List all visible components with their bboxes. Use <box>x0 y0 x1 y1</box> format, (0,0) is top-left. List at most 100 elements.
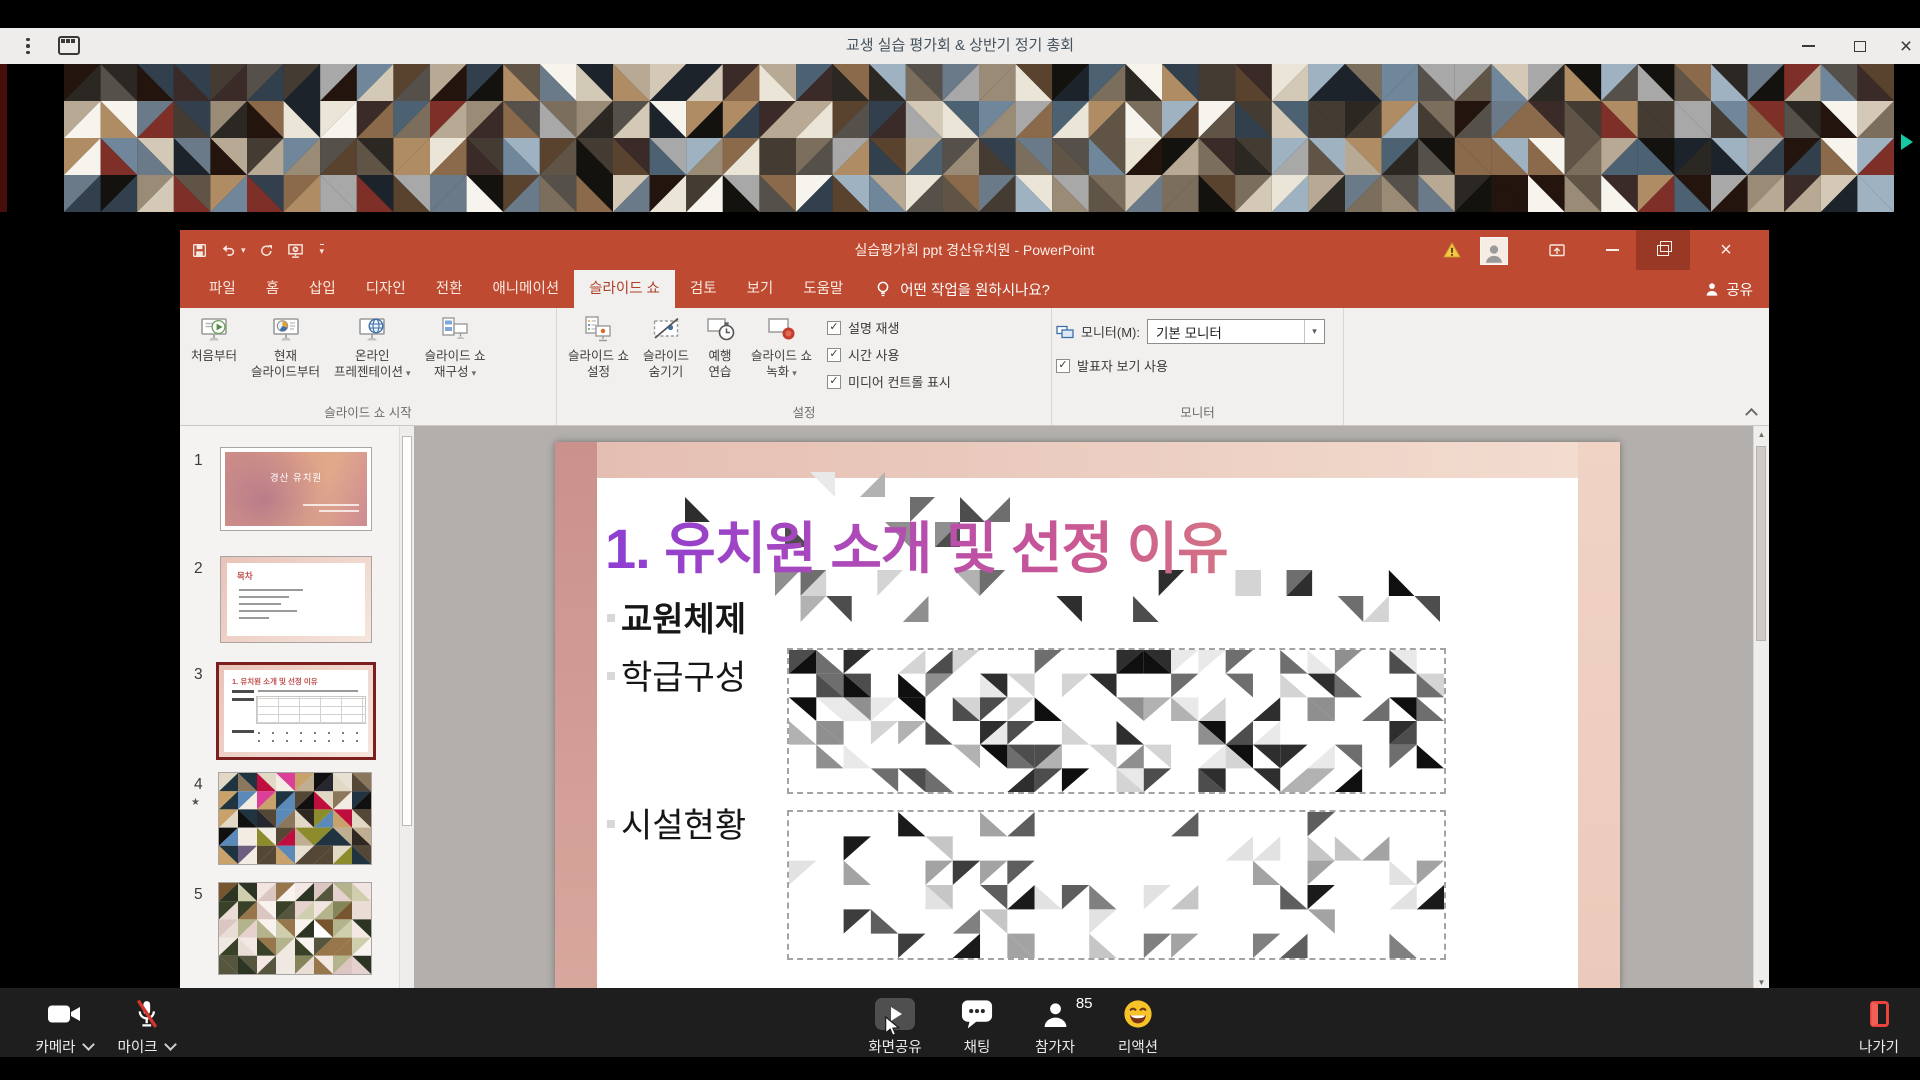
animation-star-icon: ★ <box>191 797 200 808</box>
tab-help[interactable]: 도움말 <box>788 270 858 308</box>
bullet-marker <box>607 672 615 680</box>
share-button[interactable]: 공유 <box>1704 270 1753 308</box>
custom-slideshow-button[interactable]: 슬라이드 쇼 재구성▾ <box>418 309 493 381</box>
ppt-restore-button[interactable] <box>1636 230 1690 270</box>
stopwatch-icon <box>703 314 737 346</box>
ppt-document-title: 실습평가회 ppt 경산유치원 - PowerPoint <box>180 230 1769 270</box>
minimize-icon <box>1606 249 1619 251</box>
close-icon: × <box>1900 36 1912 57</box>
slide-thumbnail-3-selected[interactable]: 1. 유치원 소개 및 선정 이유 <box>216 662 376 760</box>
participants-icon: 85 <box>1042 998 1069 1030</box>
record-icon <box>764 314 798 346</box>
present-online-button[interactable]: 온라인 프레젠테이션▾ <box>327 309 418 381</box>
bullet-marker <box>607 820 615 828</box>
leave-button[interactable]: 나가기 <box>1838 998 1920 1057</box>
tell-me-search[interactable]: 어떤 작업을 원하시나요? <box>874 270 1050 308</box>
monitor-select[interactable]: 기본 모니터 ▾ <box>1147 319 1325 344</box>
slide-thumbnail-5[interactable] <box>218 882 372 975</box>
slide-bullet-1: 교원체제 <box>621 592 746 641</box>
slide-thumbnail-1[interactable]: 경산 유치원 <box>220 447 372 531</box>
share-label: 공유 <box>1726 279 1753 300</box>
tab-insert[interactable]: 삽입 <box>294 270 351 308</box>
custom-show-icon <box>438 314 472 346</box>
tab-review[interactable]: 검토 <box>675 270 732 308</box>
thumbnail-panel-scrollbar[interactable] <box>399 426 414 990</box>
checkbox-checked-icon: ✓ <box>827 321 841 335</box>
tab-transitions[interactable]: 전환 <box>421 270 478 308</box>
powerpoint-window: ▾ ▾ 실습평가회 ppt 경산유치원 - PowerPoint × 파일 홈 … <box>180 230 1769 990</box>
camera-button[interactable]: 카메라 <box>18 998 110 1057</box>
ribbon-group-monitor: 모니터(M): 기본 모니터 ▾ ✓ 발표자 보기 사용 모니터 <box>1052 308 1344 425</box>
restore-icon <box>1657 245 1669 256</box>
use-timings-checkbox[interactable]: ✓ 시간 사용 <box>827 345 951 364</box>
slide-number: 2 <box>194 560 203 578</box>
person-icon <box>1704 281 1720 297</box>
mic-button[interactable]: 마이크 <box>104 998 188 1057</box>
tab-file[interactable]: 파일 <box>194 270 251 308</box>
tab-design[interactable]: 디자인 <box>351 270 421 308</box>
bullet-marker <box>607 614 615 622</box>
chevron-down-icon[interactable] <box>82 1038 95 1051</box>
tab-slideshow[interactable]: 슬라이드 쇼 <box>574 270 675 308</box>
rehearse-timings-button[interactable]: 예행 연습 <box>696 309 744 380</box>
tab-animations[interactable]: 애니메이션 <box>477 270 574 308</box>
use-presenter-view-checkbox[interactable]: ✓ 발표자 보기 사용 <box>1056 356 1339 375</box>
show-media-controls-checkbox[interactable]: ✓ 미디어 컨트롤 표시 <box>827 372 951 391</box>
gallery-next-arrow-icon[interactable] <box>1901 134 1913 150</box>
warning-icon[interactable] <box>1443 241 1461 264</box>
tab-view[interactable]: 보기 <box>732 270 789 308</box>
slide-number: 3 <box>194 666 203 684</box>
window-minimize-button[interactable] <box>1792 28 1824 64</box>
account-avatar[interactable] <box>1480 237 1508 265</box>
slide-bullet-3: 시설현황 <box>621 798 746 847</box>
window-restore-button[interactable] <box>1844 28 1876 64</box>
slide-thumbnail-2[interactable]: 목차 <box>220 556 372 643</box>
ppt-minimize-button[interactable] <box>1592 230 1632 270</box>
setup-show-icon <box>581 314 615 346</box>
slide-canvas[interactable]: 1. 유치원 소개 및 선정 이유 교원체제 학급구성 시설현황 <box>555 442 1620 990</box>
scrollbar-thumb[interactable] <box>402 436 412 826</box>
close-icon: × <box>1720 240 1732 260</box>
chevron-down-icon[interactable] <box>164 1038 177 1051</box>
ribbon-tab-bar: 파일 홈 삽입 디자인 전환 애니메이션 슬라이드 쇼 검토 보기 도움말 어떤… <box>180 270 1769 308</box>
select-dropdown-icon: ▾ <box>1304 320 1324 343</box>
play-narrations-checkbox[interactable]: ✓ 설명 재생 <box>827 318 951 337</box>
meeting-toolbar: 카메라 마이크 화면공유 채팅 85 참가자 리액션 나가기 <box>0 988 1920 1057</box>
screen-share-button[interactable]: 화면공유 <box>846 998 944 1057</box>
window-close-button[interactable]: × <box>1890 28 1920 64</box>
slide-title: 1. 유치원 소개 및 선정 이유 <box>605 504 1445 585</box>
hide-slide-button[interactable]: 슬라이드 숨기기 <box>636 309 696 380</box>
slide-number: 4 <box>194 776 203 794</box>
slide-number: 1 <box>194 452 203 470</box>
ppt-titlebar: ▾ ▾ 실습평가회 ppt 경산유치원 - PowerPoint × <box>180 230 1769 270</box>
slide-theme-border <box>555 442 597 990</box>
participants-button[interactable]: 85 참가자 <box>1010 998 1100 1057</box>
screen-chart-icon <box>269 314 303 346</box>
censored-table-region <box>787 648 1446 794</box>
leave-door-icon <box>1865 998 1893 1030</box>
slide-area-scrollbar[interactable]: ▲ ▼ <box>1753 426 1769 990</box>
censored-table-region <box>787 810 1446 960</box>
slide-number: 5 <box>194 886 203 904</box>
collapse-ribbon-icon[interactable] <box>1747 407 1757 417</box>
lightbulb-icon <box>874 280 892 298</box>
reactions-button[interactable]: 리액션 <box>1100 998 1176 1057</box>
minimize-icon <box>1802 45 1815 47</box>
ribbon-display-options-icon[interactable] <box>1548 241 1566 264</box>
slide1-image: 경산 유치원 <box>225 452 367 526</box>
slide-bullet-2: 학급구성 <box>621 650 746 699</box>
ppt-close-button[interactable]: × <box>1704 230 1748 270</box>
setup-slideshow-button[interactable]: 슬라이드 쇼 설정 <box>561 309 636 380</box>
chat-button[interactable]: 채팅 <box>946 998 1008 1057</box>
from-current-slide-button[interactable]: 현재 슬라이드부터 <box>244 309 327 380</box>
scroll-up-button[interactable]: ▲ <box>1754 426 1769 442</box>
screen-play-icon <box>197 314 231 346</box>
scrollbar-thumb[interactable] <box>1756 446 1766 641</box>
slide-thumbnail-4[interactable] <box>218 772 372 865</box>
tab-home[interactable]: 홈 <box>251 270 294 308</box>
record-slideshow-button[interactable]: 슬라이드 쇼 녹화▾ <box>744 309 819 381</box>
checkbox-checked-icon: ✓ <box>827 348 841 362</box>
restore-icon <box>1854 41 1866 52</box>
from-beginning-button[interactable]: 처음부터 <box>184 309 244 364</box>
participant-video-gallery[interactable] <box>64 64 1894 212</box>
